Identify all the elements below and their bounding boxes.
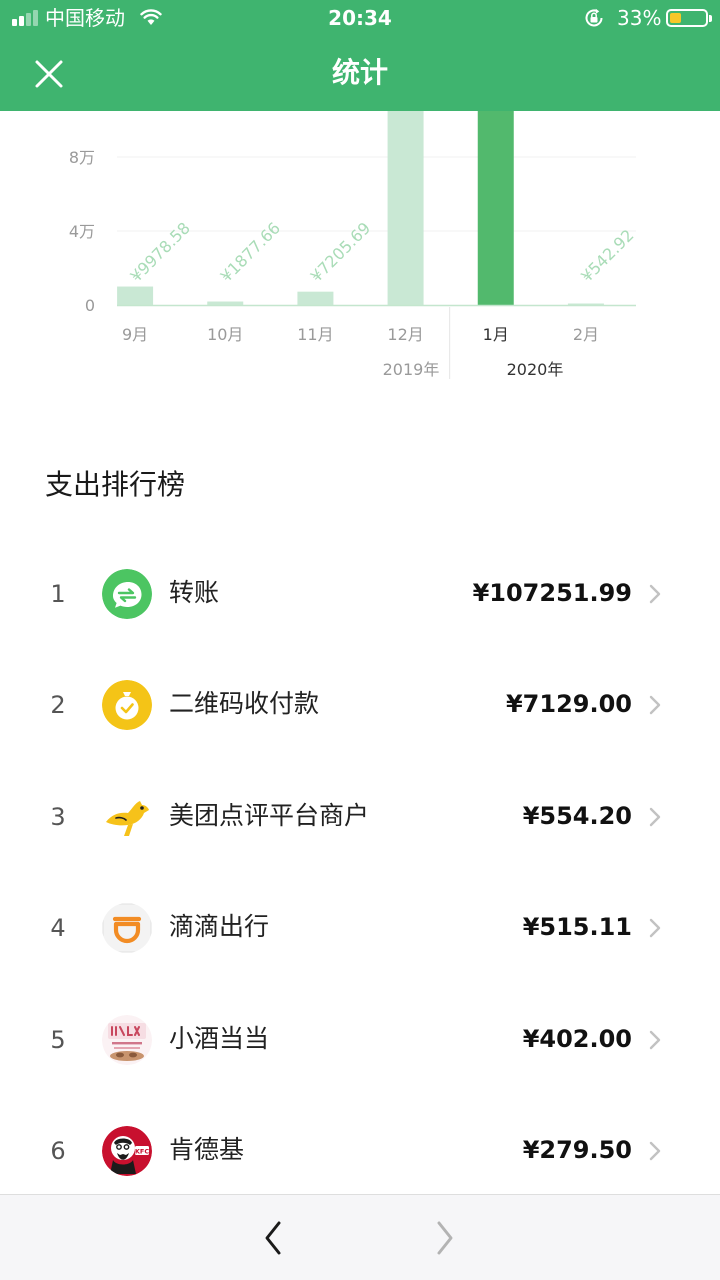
ranking-row[interactable]: 3 美团点评平台商户 ¥554.20	[0, 761, 720, 872]
rank-number: 5	[50, 1025, 66, 1054]
spending-amount: ¥402.00	[522, 1024, 632, 1053]
bar-11月	[297, 291, 334, 305]
merchant-name: 二维码收付款	[169, 689, 320, 719]
ranking-row[interactable]: 1 转账 ¥107251.99	[0, 538, 720, 649]
bar-value-label: ¥542.92	[577, 226, 637, 286]
bar-1月	[477, 111, 514, 305]
chevron-right-icon	[649, 1030, 661, 1049]
kfc-icon: KFC	[102, 1125, 152, 1176]
bar-value-label: ¥1877.66	[217, 218, 284, 285]
bottom-toolbar	[0, 1194, 720, 1280]
page-title: 统计	[331, 56, 388, 89]
spending-amount: ¥279.50	[522, 1135, 632, 1164]
chevron-right-icon	[649, 584, 661, 604]
battery-icon	[666, 9, 712, 27]
chevron-left-icon[interactable]	[248, 1211, 298, 1265]
x-tick-label: 9月	[122, 325, 148, 344]
svg-text:KFC: KFC	[135, 1147, 149, 1155]
wechat-transfer-icon	[102, 569, 152, 619]
rank-number: 3	[50, 802, 66, 831]
x-tick-label: 12月	[387, 325, 423, 344]
chevron-right-icon[interactable]	[420, 1211, 470, 1265]
spending-amount: ¥554.20	[522, 801, 632, 830]
didi-icon	[102, 903, 152, 953]
x-tick-label: 11月	[297, 325, 333, 344]
spending-amount: ¥515.11	[522, 913, 632, 942]
bar-value-label: ¥7205.69	[307, 218, 374, 285]
x-tick-label: 1月	[483, 325, 509, 344]
chevron-right-icon	[649, 696, 661, 715]
monthly-spending-chart: 0 4万 8万 ¥9978.58 ¥1877.66 ¥7205.69 ¥542.92 9月 10…	[69, 111, 638, 379]
ranking-row[interactable]: 6 KFC 肯德基 ¥279.50	[0, 1095, 720, 1206]
battery-level	[670, 13, 682, 23]
x-tick-label: 2月	[573, 325, 599, 344]
status-time: 20:34	[328, 6, 392, 30]
ranking-row[interactable]: 5 小酒当当 ¥402.00	[0, 984, 720, 1095]
y-tick-label: 4万	[69, 222, 95, 241]
year-label-2019: 2019年	[383, 360, 440, 379]
rank-number: 1	[50, 580, 66, 608]
ranking-row[interactable]: 2 二维码收付款 ¥7129.00	[0, 649, 720, 760]
merchant-name: 肯德基	[169, 1134, 245, 1164]
bar-10月	[207, 301, 244, 305]
ranking-row[interactable]: 4 滴滴出行 ¥515.11	[0, 872, 720, 983]
rank-number: 2	[50, 691, 66, 720]
ranking-list: 1 转账 ¥107251.99 2 二维码收付款 ¥7129.00 3 美团点评平台商户 ¥55…	[0, 538, 720, 1206]
chevron-right-icon	[649, 918, 661, 938]
rank-number: 4	[50, 914, 66, 943]
merchant-name: 小酒当当	[169, 1023, 270, 1053]
y-tick-label: 0	[85, 296, 95, 315]
spending-amount: ¥7129.00	[505, 690, 632, 719]
ranking-title: 支出排行榜	[45, 468, 186, 501]
x-tick-label: 10月	[207, 325, 243, 344]
year-label-2020: 2020年	[507, 360, 564, 379]
spending-amount: ¥107251.99	[472, 579, 632, 607]
bar-12月	[387, 111, 424, 305]
bar-9月	[117, 286, 154, 305]
bar-value-label: ¥9978.58	[126, 218, 193, 285]
xiaojiu-shop-icon	[102, 1014, 152, 1065]
rotation-lock-icon	[585, 8, 603, 27]
header: 中国移动 20:34 33% 统计	[0, 0, 720, 111]
battery-percent: 33%	[617, 6, 662, 30]
y-tick-label: 8万	[69, 148, 95, 167]
qr-payment-icon	[102, 680, 152, 731]
meituan-kangaroo-icon	[102, 791, 152, 842]
chevron-right-icon	[649, 1141, 661, 1161]
status-bar: 中国移动 20:34 33%	[0, 0, 720, 36]
merchant-name: 滴滴出行	[169, 912, 270, 942]
rank-number: 6	[50, 1136, 66, 1165]
merchant-name: 美团点评平台商户	[169, 800, 370, 830]
merchant-name: 转账	[169, 578, 220, 607]
chevron-right-icon	[649, 807, 661, 826]
